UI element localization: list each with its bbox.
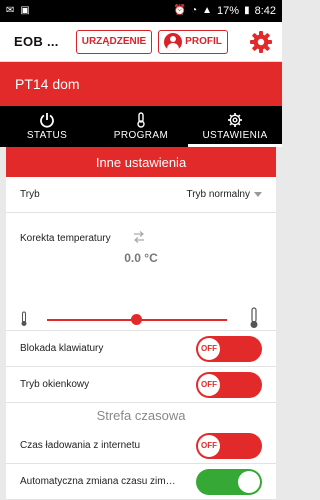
settings-gear-button[interactable]: [248, 29, 274, 55]
strefa-title: Strefa czasowa: [96, 408, 186, 423]
toggle-knob: OFF: [198, 434, 220, 457]
blokada-row: Blokada klawiatury OFF: [6, 331, 276, 367]
power-icon: [40, 113, 54, 128]
czas-internet-label: Czas ładowania z internetu: [20, 440, 141, 451]
gear-icon: [228, 113, 242, 127]
tab-program[interactable]: PROGRAM: [94, 106, 188, 147]
profile-button-label: PROFIL: [185, 36, 222, 47]
gallery-icon: ▣: [20, 5, 30, 16]
app-bar: EOB ... URZĄDZENIE PROFIL: [0, 22, 282, 62]
okienkowy-row: Tryb okienkowy OFF: [6, 367, 276, 403]
tab-program-label: PROGRAM: [113, 130, 169, 141]
battery-text: 17%: [217, 5, 240, 17]
app-title: EOB ...: [14, 34, 59, 49]
auto-czas-toggle[interactable]: ON: [196, 468, 262, 495]
korekta-value: 0.0 °C: [124, 251, 158, 265]
tryb-label: Tryb: [20, 189, 40, 200]
tryb-value: Tryb normalny: [186, 189, 250, 200]
korekta-slider-thumb[interactable]: [131, 314, 142, 325]
tab-bar: STATUS PROGRAM USTAWIENIA: [0, 106, 282, 147]
toggle-state-text: ON: [242, 475, 256, 486]
korekta-temperatury-row: Korekta temperatury 0.0 °C: [6, 213, 276, 331]
device-button[interactable]: URZĄDZENIE: [75, 29, 153, 54]
czas-internet-toggle[interactable]: OFF: [196, 432, 262, 459]
okienkowy-toggle[interactable]: OFF: [196, 371, 262, 398]
auto-czas-label: Automatyczna zmiana czasu zim…: [20, 476, 176, 487]
thermometer-low-icon: [21, 311, 27, 326]
czas-internet-row: Czas ładowania z internetu OFF: [6, 428, 276, 464]
program-icon: [137, 112, 145, 128]
tab-ustawienia-label: USTAWIENIA: [202, 130, 268, 141]
section-header-inne: Inne ustawienia: [6, 147, 276, 177]
message-icon: ✉: [6, 5, 15, 16]
okienkowy-label: Tryb okienkowy: [20, 379, 90, 390]
status-bar: ✉ ▣ ⏰ ◔ ▲ 17% ▮ 8:42: [0, 0, 282, 22]
avatar-icon: [164, 32, 183, 51]
tryb-row: Tryb Tryb normalny: [6, 177, 276, 213]
section-title: Inne ustawienia: [95, 154, 187, 170]
strefa-czasowa-header: Strefa czasowa: [6, 403, 276, 428]
battery-icon: ▮: [244, 5, 250, 16]
dropdown-caret-icon: [254, 192, 262, 197]
device-button-label: URZĄDZENIE: [81, 36, 147, 47]
auto-czas-row: Automatyczna zmiana czasu zim… ON: [6, 464, 276, 500]
blokada-toggle[interactable]: OFF: [196, 335, 262, 362]
settings-panel: Inne ustawienia Tryb Tryb normalny Korek…: [6, 147, 276, 500]
swap-arrows-icon: [134, 231, 144, 243]
tab-ustawienia[interactable]: USTAWIENIA: [188, 106, 282, 147]
gear-icon: [250, 30, 272, 53]
wifi-icon: ◔: [191, 5, 198, 16]
tab-status[interactable]: STATUS: [0, 106, 94, 147]
toggle-knob: OFF: [198, 373, 220, 396]
tab-status-label: STATUS: [26, 130, 68, 141]
device-name: PT14 dom: [15, 76, 80, 92]
signal-icon: ▲: [202, 5, 213, 16]
clock-text: 8:42: [254, 5, 276, 17]
device-name-bar: PT14 dom: [0, 62, 282, 106]
alarm-icon: ⏰: [173, 5, 187, 16]
blokada-label: Blokada klawiatury: [20, 343, 104, 354]
korekta-label: Korekta temperatury: [20, 233, 111, 244]
thermometer-high-icon: [250, 307, 258, 328]
tryb-select[interactable]: Tryb normalny: [186, 189, 262, 200]
profile-button[interactable]: PROFIL: [158, 29, 228, 54]
toggle-knob: OFF: [198, 337, 220, 360]
